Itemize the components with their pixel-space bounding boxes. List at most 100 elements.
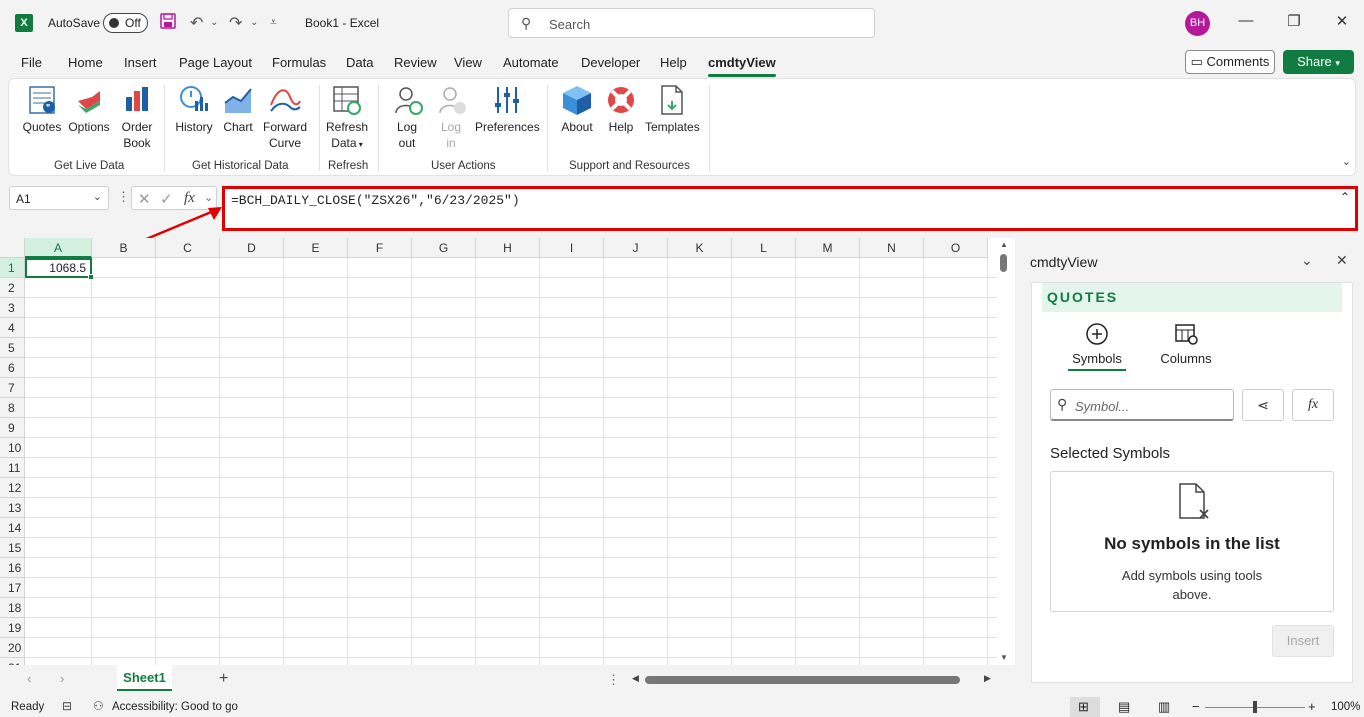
add-sheet-icon[interactable]: + (219, 670, 228, 688)
tab-developer[interactable]: Developer (581, 55, 640, 70)
tab-view[interactable]: View (454, 55, 482, 70)
minimize-icon[interactable]: — (1236, 12, 1256, 29)
column-header-l[interactable]: L (732, 238, 796, 258)
scroll-down-icon[interactable]: ▼ (1000, 653, 1008, 662)
share-button[interactable]: Share ▾ (1283, 50, 1354, 74)
column-header-g[interactable]: G (412, 238, 476, 258)
row-header-13[interactable]: 13 (0, 498, 25, 518)
tab-insert[interactable]: Insert (124, 55, 157, 70)
column-header-o[interactable]: O (924, 238, 988, 258)
column-header-e[interactable]: E (284, 238, 348, 258)
history-button[interactable]: History (172, 83, 216, 135)
undo-dropdown-icon[interactable]: ⌄ (210, 17, 218, 28)
collapse-formula-icon[interactable]: ⌃ (1340, 190, 1350, 204)
tab-review[interactable]: Review (394, 55, 437, 70)
tab-help[interactable]: Help (660, 55, 687, 70)
order-book-button[interactable]: Order Book (117, 83, 157, 151)
horizontal-scrollbar[interactable]: ◀ ▶ (630, 672, 995, 688)
row-header-2[interactable]: 2 (0, 278, 25, 298)
customize-toolbar-icon[interactable]: ⩡ (270, 15, 277, 30)
row-header-20[interactable]: 20 (0, 638, 25, 658)
preferences-button[interactable]: Preferences (475, 83, 540, 135)
ribbon-collapse-icon[interactable]: ⌄ (1342, 155, 1351, 168)
normal-view-button[interactable]: ⊞ (1070, 697, 1100, 717)
row-header-6[interactable]: 6 (0, 358, 25, 378)
page-break-view-icon[interactable]: ▥ (1158, 699, 1170, 715)
column-header-n[interactable]: N (860, 238, 924, 258)
column-header-h[interactable]: H (476, 238, 540, 258)
row-header-11[interactable]: 11 (0, 458, 25, 478)
tab-data[interactable]: Data (346, 55, 373, 70)
quotes-button[interactable]: ❞ Quotes (21, 83, 63, 135)
options-button[interactable]: Options (67, 83, 111, 135)
forward-curve-button[interactable]: Forward Curve (261, 83, 309, 151)
refresh-data-button[interactable]: Refresh Data ▾ (325, 83, 369, 153)
scroll-thumb[interactable] (645, 676, 960, 684)
row-header-3[interactable]: 3 (0, 298, 25, 318)
formula-input[interactable]: =BCH_DAILY_CLOSE("ZSX26","6/23/2025") ⌃ (222, 186, 1358, 231)
tab-page-layout[interactable]: Page Layout (179, 55, 252, 70)
column-header-k[interactable]: K (668, 238, 732, 258)
column-header-b[interactable]: B (92, 238, 156, 258)
column-header-i[interactable]: I (540, 238, 604, 258)
insert-button[interactable]: Insert (1272, 625, 1334, 657)
symbol-search-input[interactable]: ⚲ Symbol... (1050, 389, 1234, 421)
row-header-5[interactable]: 5 (0, 338, 25, 358)
row-header-4[interactable]: 4 (0, 318, 25, 338)
search-box[interactable]: ⚲ Search (508, 8, 875, 38)
column-header-d[interactable]: D (220, 238, 284, 258)
row-header-7[interactable]: 7 (0, 378, 25, 398)
tab-cmdtyview[interactable]: cmdtyView (708, 55, 776, 77)
tab-home[interactable]: Home (68, 55, 103, 70)
tab-automate[interactable]: Automate (503, 55, 559, 70)
row-header-16[interactable]: 16 (0, 558, 25, 578)
column-header-f[interactable]: F (348, 238, 412, 258)
accessibility-icon[interactable]: ⚇ (93, 699, 104, 713)
save-icon[interactable] (160, 13, 176, 34)
column-header-j[interactable]: J (604, 238, 668, 258)
sheet-tab-sheet1[interactable]: Sheet1 (117, 665, 172, 691)
redo-dropdown-icon[interactable]: ⌄ (250, 17, 258, 28)
scroll-up-icon[interactable]: ▲ (1000, 240, 1008, 249)
zoom-level[interactable]: 100% (1331, 701, 1360, 713)
row-header-21[interactable]: 21 (0, 658, 25, 665)
row-header-10[interactable]: 10 (0, 438, 25, 458)
scroll-left-icon[interactable]: ◀ (632, 673, 639, 684)
zoom-out-icon[interactable]: − (1192, 699, 1200, 714)
function-button[interactable]: fx (1292, 389, 1334, 421)
scroll-thumb[interactable] (1000, 254, 1007, 272)
page-layout-view-icon[interactable]: ▤ (1118, 699, 1130, 715)
vertical-scrollbar[interactable]: ▲ ▼ (997, 238, 1011, 665)
row-header-9[interactable]: 9 (0, 418, 25, 438)
row-header-8[interactable]: 8 (0, 398, 25, 418)
column-header-m[interactable]: M (796, 238, 860, 258)
redo-icon[interactable]: ↷ (229, 13, 242, 33)
spreadsheet-grid[interactable]: ABCDEFGHIJKLMNO 1 2 3 4 5 6 7 8 9 10 11 12 13 14 15 16 1… (0, 238, 1015, 665)
log-in-button[interactable]: Log in (435, 83, 467, 151)
close-icon[interactable]: ✕ (1332, 12, 1352, 30)
macro-record-icon[interactable]: ⊟ (62, 699, 72, 713)
log-out-button[interactable]: Log out (391, 83, 423, 151)
tab-formulas[interactable]: Formulas (272, 55, 326, 70)
column-header-a[interactable]: A (25, 238, 92, 258)
row-header-19[interactable]: 19 (0, 618, 25, 638)
avatar[interactable]: BH (1185, 11, 1210, 36)
close-pane-icon[interactable]: ✕ (1336, 252, 1348, 269)
zoom-in-icon[interactable]: + (1308, 699, 1316, 714)
autosave-toggle[interactable]: Off (103, 13, 148, 33)
row-header-17[interactable]: 17 (0, 578, 25, 598)
column-header-c[interactable]: C (156, 238, 220, 258)
chart-button[interactable]: Chart (220, 83, 256, 135)
scroll-right-icon[interactable]: ▶ (984, 673, 991, 684)
pane-options-chevron-icon[interactable]: ⌄ (1301, 252, 1313, 269)
next-sheet-icon[interactable]: › (60, 671, 64, 686)
about-button[interactable]: About (557, 83, 597, 135)
tab-file[interactable]: File (21, 55, 42, 70)
more-options-icon[interactable]: ⋮ (607, 672, 620, 688)
row-header-12[interactable]: 12 (0, 478, 25, 498)
share-symbols-button[interactable]: ⋖ (1242, 389, 1284, 421)
prev-sheet-icon[interactable]: ‹ (27, 671, 31, 686)
tab-symbols[interactable]: Symbols (1068, 321, 1126, 371)
comments-button[interactable]: ▭ Comments (1185, 50, 1275, 74)
row-header-18[interactable]: 18 (0, 598, 25, 618)
